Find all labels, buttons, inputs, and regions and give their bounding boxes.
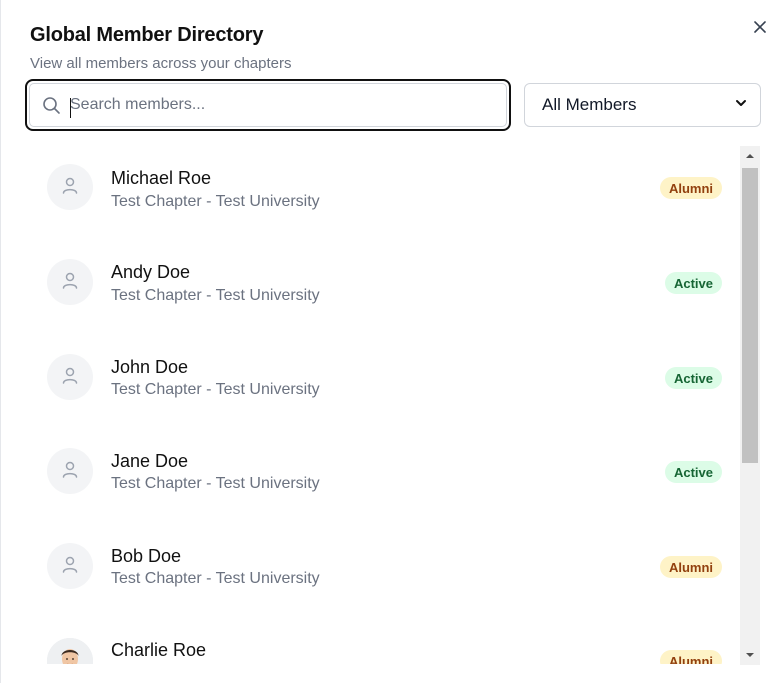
close-icon [749, 16, 771, 38]
member-name: Andy Doe [111, 262, 191, 282]
search-input[interactable] [66, 84, 496, 126]
user-icon [60, 554, 80, 579]
member-row[interactable]: Charlie Roe Alumni [25, 616, 740, 664]
member-row[interactable]: Andy Doe Test Chapter - Test University … [25, 238, 740, 332]
scroll-up-arrow[interactable] [740, 146, 760, 166]
member-chapter: Test Chapter - Test University [111, 475, 320, 492]
list-scrollbar[interactable] [740, 146, 760, 665]
user-icon [60, 459, 80, 484]
member-name: John Doe [111, 357, 189, 377]
member-row[interactable]: Michael Roe Test Chapter - Test Universi… [25, 144, 740, 238]
user-icon [60, 270, 80, 295]
status-badge: Alumni [659, 650, 722, 664]
member-chapter: Test Chapter - Test University [111, 287, 320, 304]
member-row[interactable]: John Doe Test Chapter - Test University … [25, 333, 740, 427]
member-list[interactable]: Michael Roe Test Chapter - Test Universi… [25, 144, 740, 664]
scroll-down-arrow[interactable] [740, 645, 760, 665]
member-filter-select[interactable]: All Members [524, 83, 761, 127]
member-row[interactable]: Jane Doe Test Chapter - Test University … [25, 427, 740, 521]
avatar [47, 164, 93, 210]
scroll-thumb[interactable] [742, 168, 758, 463]
member-name: Michael Roe [111, 168, 212, 188]
member-name: Bob Doe [111, 546, 182, 566]
status-badge: Alumni [659, 177, 722, 199]
avatar [47, 448, 93, 494]
user-icon [60, 175, 80, 200]
avatar [47, 543, 93, 589]
status-badge: Active [664, 272, 722, 294]
avatar [47, 354, 93, 400]
status-badge: Active [664, 461, 722, 483]
member-filter-value: All Members [542, 95, 637, 114]
dialog-subtitle: View all members across your chapters [30, 55, 292, 72]
member-row[interactable]: Bob Doe Test Chapter - Test University A… [25, 522, 740, 616]
member-chapter: Test Chapter - Test University [111, 193, 320, 210]
avatar [47, 259, 93, 305]
user-icon [60, 365, 80, 390]
dialog-title: Global Member Directory [30, 24, 264, 46]
text-cursor [70, 98, 71, 118]
avatar-photo [47, 638, 93, 664]
member-directory-dialog: Global Member Directory View all members… [0, 0, 777, 683]
close-button[interactable] [749, 16, 771, 38]
search-field[interactable] [25, 79, 511, 131]
member-name: Jane Doe [111, 451, 189, 471]
member-name: Charlie Roe [111, 640, 207, 660]
chevron-down-icon [734, 96, 748, 115]
member-chapter: Test Chapter - Test University [111, 570, 320, 587]
search-icon [42, 96, 62, 121]
status-badge: Active [664, 367, 722, 389]
status-badge: Alumni [659, 556, 722, 578]
member-chapter: Test Chapter - Test University [111, 381, 320, 398]
